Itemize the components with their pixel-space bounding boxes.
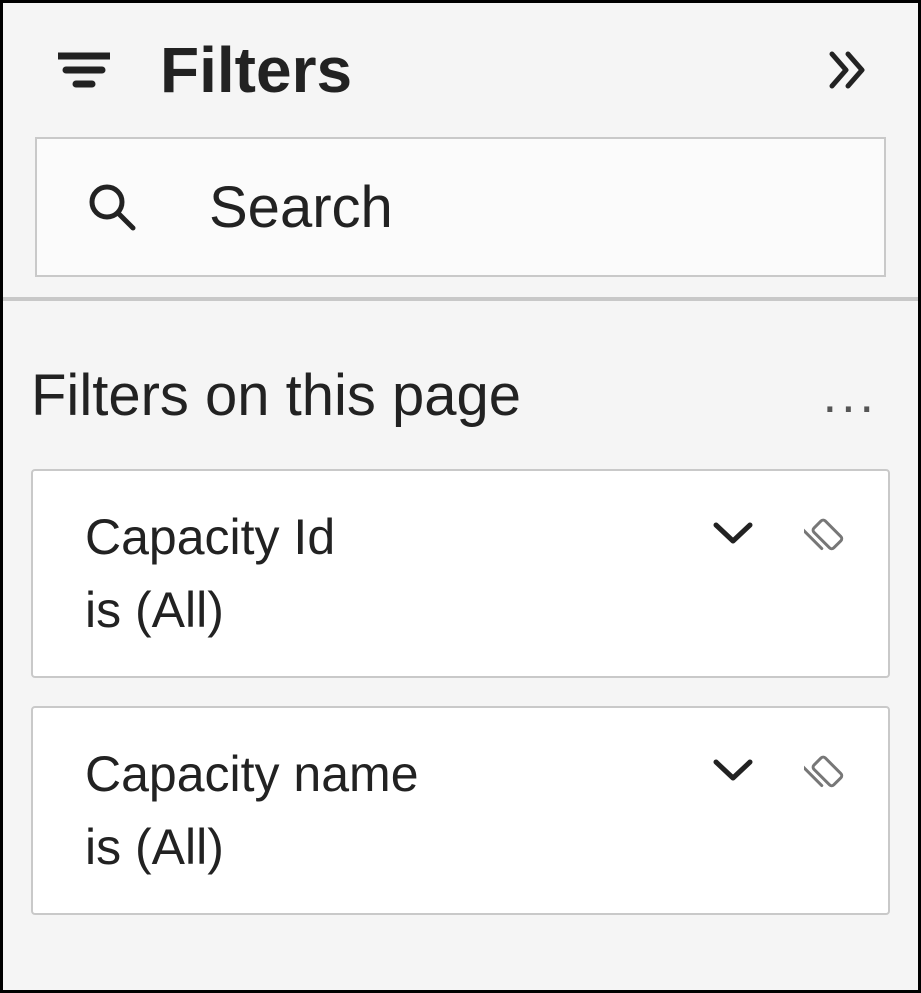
page-filters-section: Filters on this page ... Capacity Id is … <box>3 301 918 943</box>
filter-actions <box>712 738 848 792</box>
filter-card-capacity-name[interactable]: Capacity name is (All) <box>31 706 890 915</box>
chevron-down-icon <box>712 519 754 547</box>
more-icon: ... <box>823 366 878 424</box>
filter-card-capacity-id[interactable]: Capacity Id is (All) <box>31 469 890 678</box>
filter-field-label: Capacity Id <box>85 501 712 574</box>
search-container <box>3 137 918 297</box>
search-input[interactable] <box>207 173 921 242</box>
filter-status-label: is (All) <box>85 811 712 884</box>
chevron-double-right-icon <box>826 48 870 92</box>
collapse-panel-button[interactable] <box>818 40 878 100</box>
clear-filter-button[interactable] <box>804 748 848 792</box>
filter-field-label: Capacity name <box>85 738 712 811</box>
filter-text: Capacity Id is (All) <box>85 501 712 646</box>
search-box[interactable] <box>35 137 886 277</box>
clear-filter-button[interactable] <box>804 511 848 555</box>
section-header: Filters on this page ... <box>31 361 890 429</box>
section-more-button[interactable]: ... <box>811 361 890 429</box>
expand-filter-button[interactable] <box>712 519 754 547</box>
filter-status-label: is (All) <box>85 574 712 647</box>
search-icon <box>87 182 137 232</box>
eraser-icon <box>804 511 848 555</box>
filter-text: Capacity name is (All) <box>85 738 712 883</box>
panel-header: Filters <box>3 3 918 137</box>
panel-title: Filters <box>160 33 768 107</box>
filters-panel: Filters Filters on this page ... <box>0 0 921 993</box>
chevron-down-icon <box>712 756 754 784</box>
filter-icon <box>58 50 110 90</box>
eraser-icon <box>804 748 848 792</box>
expand-filter-button[interactable] <box>712 756 754 784</box>
section-title: Filters on this page <box>31 362 811 429</box>
filter-actions <box>712 501 848 555</box>
